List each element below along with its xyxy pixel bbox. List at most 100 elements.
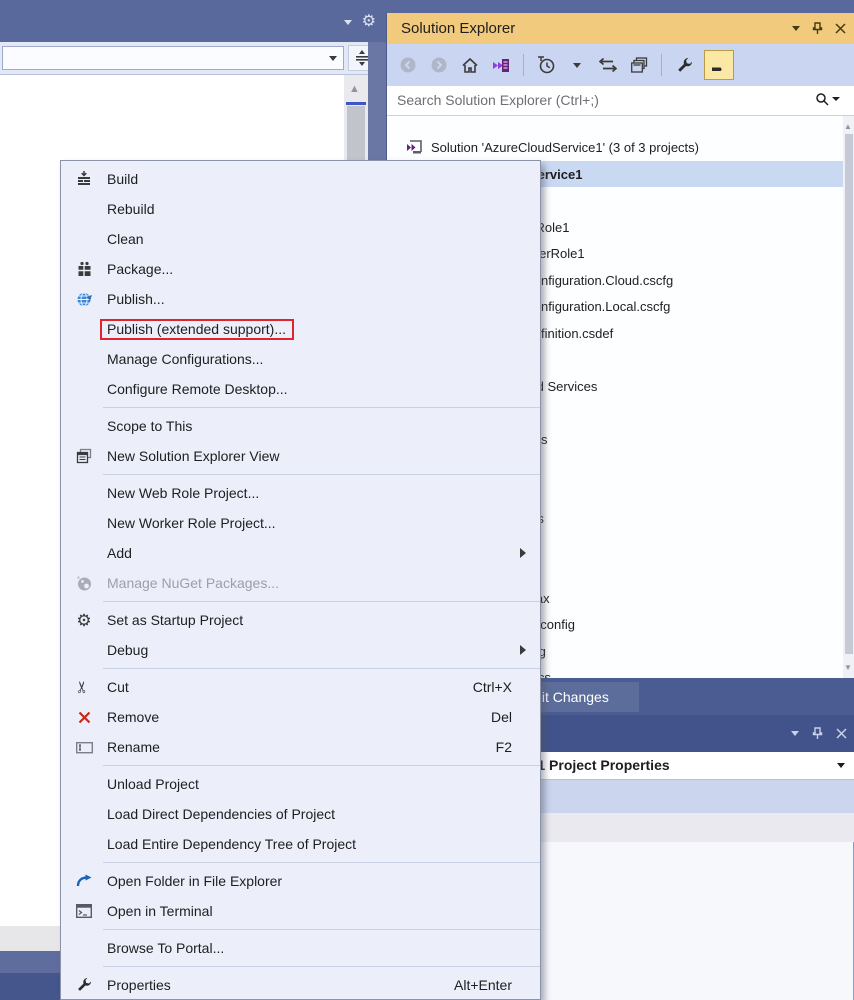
publish-globe-icon [61,291,107,308]
scroll-down-icon[interactable]: ▼ [844,663,852,672]
menu-item-label: Open in Terminal [107,903,512,919]
tree-item[interactable]: Solution 'AzureCloudService1' (3 of 3 pr… [431,134,699,160]
red-highlight-box: Publish (extended support)... [100,319,294,340]
menu-item-shortcut: Del [491,709,512,725]
tab-label: Git Changes [531,689,609,705]
project-context-menu: BuildRebuild Clean Package... Publish... Pub… [60,160,541,1000]
menu-item-label: Rename [107,739,486,755]
menu-item-label: Clean [107,231,512,247]
rename-icon [61,741,107,754]
menu-separator [103,407,540,408]
pin-icon[interactable] [812,22,823,35]
menu-item-new-web-role-project[interactable]: New Web Role Project... [61,478,540,508]
close-icon[interactable] [836,728,847,739]
menu-item-new-worker-role-project[interactable]: New Worker Role Project... [61,508,540,538]
menu-item-label: Browse To Portal... [107,940,512,956]
solution-explorer-titlebar[interactable]: Solution Explorer [387,13,854,44]
window-position-caret-icon[interactable] [344,20,352,25]
scroll-up-icon[interactable]: ▲ [349,83,360,95]
pin-icon[interactable] [812,727,823,740]
menu-item-load-direct-dependencies-of-project[interactable]: Load Direct Dependencies of Project [61,799,540,829]
properties-wrench-icon[interactable] [673,52,695,78]
dropdown-caret-icon[interactable] [566,52,588,78]
visual-studio-window: ⚙ ▲ Solution Explorer [0,0,854,1000]
switch-views-icon[interactable] [597,52,619,78]
menu-item-set-as-startup-project[interactable]: ⚙Set as Startup Project [61,605,540,635]
panel-title: Solution Explorer [401,20,515,37]
editor-navigation-bar [0,42,368,75]
menu-item-new-solution-explorer-view[interactable]: New Solution Explorer View [61,441,540,471]
forward-icon[interactable] [428,52,450,78]
menu-item-label: New Solution Explorer View [107,448,512,464]
menu-item-label: Cut [107,679,463,695]
editor-group-titlebar: ⚙ [0,0,386,42]
menu-item-manage-configurations[interactable]: Manage Configurations... [61,344,540,374]
menu-item-open-folder-in-file-explorer[interactable]: Open Folder in File Explorer [61,866,540,896]
search-icon[interactable] [815,92,829,106]
menu-item-load-entire-dependency-tree-of-project[interactable]: Load Entire Dependency Tree of Project [61,829,540,859]
menu-item-unload-project[interactable]: Unload Project [61,769,540,799]
dropdown-caret-icon[interactable] [832,97,840,101]
menu-item-add[interactable]: Add [61,538,540,568]
editor-type-combobox[interactable] [2,46,344,70]
chevron-down-icon [837,763,845,768]
menu-item-label: Debug [107,642,512,658]
menu-item-manage-nuget-packages[interactable]: Manage NuGet Packages... [61,568,540,598]
menu-item-shortcut: Ctrl+X [473,679,512,695]
menu-item-publish[interactable]: Publish... [61,284,540,314]
new-solution-explorer-view-icon [61,448,107,464]
submenu-arrow-icon [512,548,526,558]
menu-item-debug[interactable]: Debug [61,635,540,665]
pending-changes-filter-icon[interactable] [535,52,557,78]
build-icon [61,171,107,187]
menu-item-publish-extended-support[interactable]: Publish (extended support)... [61,314,540,344]
gear-icon: ⚙ [61,612,107,629]
menu-item-configure-remote-desktop[interactable]: Configure Remote Desktop... [61,374,540,404]
scrollbar-caret-marker [346,102,366,105]
window-position-caret-icon[interactable] [792,26,800,31]
menu-item-shortcut: F2 [496,739,512,755]
main-titlebar-strip [386,0,854,13]
remove-x-icon [61,711,107,724]
chevron-down-icon [329,56,337,61]
menu-item-properties[interactable]: PropertiesAlt+Enter [61,970,540,1000]
tree-vertical-scrollbar[interactable]: ▲ ▼ [843,116,854,678]
solution-icon [406,139,423,155]
menu-item-rebuild[interactable]: Rebuild [61,194,540,224]
menu-item-browse-to-portal[interactable]: Browse To Portal... [61,933,540,963]
back-icon[interactable] [397,52,419,78]
menu-item-cut[interactable]: ✂Cut Ctrl+X [61,672,540,702]
menu-item-label: Open Folder in File Explorer [107,873,512,889]
gear-icon[interactable]: ⚙ [362,14,376,30]
menu-separator [103,765,540,766]
menu-item-label: Manage NuGet Packages... [107,575,512,591]
menu-item-clean[interactable]: Clean [61,224,540,254]
menu-item-remove[interactable]: RemoveDel [61,702,540,732]
menu-item-shortcut: Alt+Enter [454,977,512,993]
collapse-all-icon[interactable] [628,52,650,78]
menu-item-label: Load Direct Dependencies of Project [107,806,512,822]
menu-separator [103,966,540,967]
menu-item-label: Set as Startup Project [107,612,512,628]
menu-item-open-in-terminal[interactable]: Open in Terminal [61,896,540,926]
menu-item-label: Publish... [107,291,512,307]
preview-selected-items-icon[interactable] [704,50,734,80]
menu-item-package[interactable]: Package... [61,254,540,284]
menu-item-label: Publish (extended support)... [107,319,512,340]
menu-item-rename[interactable]: Rename F2 [61,732,540,762]
scrollbar-thumb[interactable] [845,134,853,654]
search-box[interactable]: Search Solution Explorer (Ctrl+;) [387,86,854,116]
cut-icon: ✂ [61,679,107,695]
menu-item-label: Load Entire Dependency Tree of Project [107,836,512,852]
sync-active-document-icon[interactable] [490,52,512,78]
menu-separator [103,601,540,602]
window-position-caret-icon[interactable] [791,731,799,736]
menu-item-build[interactable]: Build [61,164,540,194]
home-icon[interactable] [459,52,481,78]
menu-item-scope-to-this[interactable]: Scope to This [61,411,540,441]
scroll-up-icon[interactable]: ▲ [844,122,852,131]
toolbar-separator [661,54,662,76]
close-icon[interactable] [835,23,846,34]
menu-item-label: New Worker Role Project... [107,515,512,531]
menu-item-label: New Web Role Project... [107,485,512,501]
